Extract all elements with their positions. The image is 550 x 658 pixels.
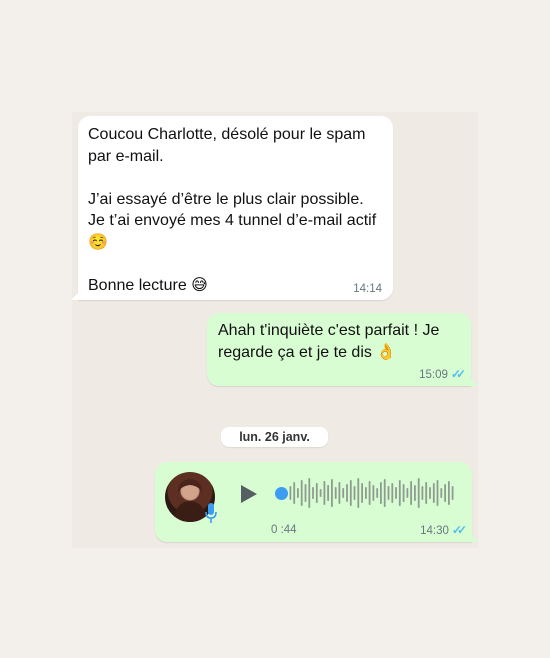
message-status-row: 15:09 ✓✓	[419, 367, 466, 381]
waveform-bar	[383, 479, 386, 507]
waveform-bar	[308, 478, 311, 508]
waveform-bar	[376, 488, 379, 498]
message-timestamp: 15:09	[419, 369, 448, 381]
waveform-bar	[327, 485, 329, 501]
waveform-bar	[391, 483, 394, 503]
waveform-bar	[342, 488, 345, 498]
waveform-bar	[293, 482, 296, 504]
waveform-bar	[380, 482, 382, 504]
waveform-bar	[315, 483, 318, 503]
waveform-bar	[361, 483, 363, 503]
waveform-bar	[395, 487, 397, 499]
play-icon[interactable]	[241, 485, 257, 503]
incoming-message-text: Coucou Charlotte, désolé pour le spam pa…	[88, 124, 383, 296]
waveform-bar	[297, 488, 299, 498]
waveform-bar	[368, 481, 371, 505]
mic-icon	[205, 503, 217, 523]
waveform-bar	[406, 488, 409, 498]
message-timestamp: 14:14	[353, 283, 382, 295]
playback-scrubber[interactable]	[275, 487, 288, 500]
message-paragraph: Bonne lecture 😅	[88, 276, 208, 294]
waveform-bar	[398, 480, 401, 506]
outgoing-message-bubble[interactable]: Ahah t'inquiète c'est parfait ! Je regar…	[207, 313, 478, 386]
waveform-bar	[440, 488, 443, 498]
message-status-row: 14:30 ✓✓	[420, 523, 467, 537]
waveform-bar	[300, 480, 303, 506]
waveform-bar	[304, 484, 307, 502]
message-timestamp: 14:30	[420, 525, 449, 537]
waveform-bar	[331, 479, 333, 507]
double-check-icon: ✓✓	[451, 523, 467, 537]
waveform-bar	[353, 486, 356, 500]
waveform-bar	[436, 480, 439, 506]
outgoing-message-text: Ahah t'inquiète c'est parfait ! Je regar…	[218, 322, 440, 361]
waveform-bar	[357, 478, 360, 508]
waveform-bar	[432, 483, 435, 503]
double-check-icon: ✓✓	[450, 367, 466, 381]
waveform-bar	[365, 487, 367, 499]
waveform-bar	[346, 484, 348, 502]
waveform-bar	[414, 485, 416, 501]
incoming-message-bubble[interactable]: Coucou Charlotte, désolé pour le spam pa…	[71, 116, 393, 300]
voice-duration: 0 :44	[271, 524, 297, 536]
waveform-bar	[425, 482, 428, 504]
waveform-bar	[319, 489, 322, 497]
waveform-bar	[410, 481, 412, 505]
waveform-bar	[429, 487, 431, 499]
waveform-bar	[417, 478, 420, 508]
date-separator: lun. 26 janv.	[221, 427, 328, 447]
waveform-bar	[451, 486, 454, 500]
waveform-bar	[448, 481, 450, 505]
waveform-bar	[444, 484, 446, 502]
waveform-bar	[323, 481, 326, 505]
waveform-bar	[338, 482, 341, 504]
waveform-bar	[312, 487, 314, 499]
audio-waveform[interactable]	[289, 475, 455, 511]
waveform-bar	[372, 485, 375, 501]
waveform-bar	[289, 486, 292, 500]
voice-message-bubble[interactable]: 0 :44 14:30 ✓✓	[155, 462, 479, 542]
waveform-bar	[421, 486, 424, 500]
message-paragraph: Coucou Charlotte, désolé pour le spam pa…	[88, 126, 366, 165]
waveform-bar	[349, 480, 352, 506]
waveform-bar	[387, 486, 390, 500]
waveform-bar	[334, 487, 337, 499]
message-paragraph: J’ai essayé d’être le plus clair possibl…	[88, 190, 377, 251]
waveform-bar	[402, 484, 405, 502]
